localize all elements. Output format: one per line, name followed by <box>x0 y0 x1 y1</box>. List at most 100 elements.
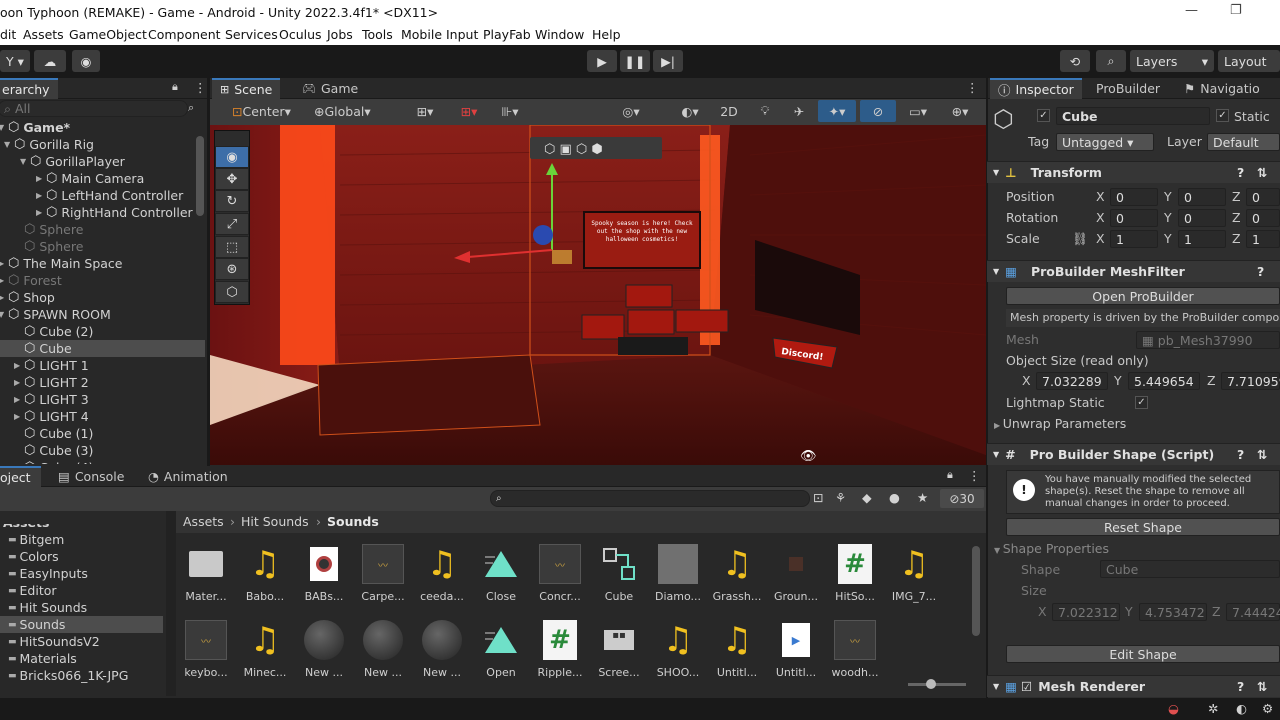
asset-grid-scrollbar[interactable] <box>972 546 980 636</box>
breadcrumb-assets[interactable]: Assets <box>183 514 224 529</box>
object-name-field[interactable]: Cube <box>1056 107 1210 125</box>
vector-field[interactable]: 1 <box>1178 230 1226 248</box>
hierarchy-item[interactable]: ⬡ Cube (3) <box>0 442 205 459</box>
history-icon[interactable]: ⟲ <box>1060 50 1090 72</box>
project-folder[interactable]: ▬ EasyInputs <box>0 565 163 582</box>
asset-item[interactable]: ▶ Untitl... <box>770 618 822 679</box>
vector-field[interactable]: 1 <box>1110 230 1158 248</box>
project-folder[interactable]: ▬ Colors <box>0 548 163 565</box>
hierarchy-item[interactable]: ▶ ⬡ LIGHT 1 <box>0 357 205 374</box>
hierarchy-item[interactable]: ⬡ Cube <box>0 340 205 357</box>
pivot-dropdown[interactable]: ⊡ Center ▾ <box>228 100 306 122</box>
hierarchy-item[interactable]: ▶ ⬡ Shop <box>0 289 205 306</box>
expand-arrow-icon[interactable]: ▶ <box>14 361 24 370</box>
audio-icon[interactable]: ✈ <box>784 100 814 122</box>
gizmos-icon[interactable]: ⊕▾ <box>940 100 980 122</box>
asset-item[interactable]: 〰 Concr... <box>534 542 586 603</box>
bug-icon[interactable]: ✲ <box>1208 701 1218 716</box>
project-folder[interactable]: ▬ HitSoundsV2 <box>0 633 163 650</box>
menu-playfab[interactable]: PlayFab <box>483 27 531 42</box>
active-checkbox[interactable]: ✓ <box>1037 109 1050 122</box>
account-dropdown[interactable]: Y ▾ <box>0 50 30 72</box>
expand-arrow-icon[interactable]: ▶ <box>36 208 46 217</box>
unwrap-parameters-foldout[interactable]: ▶ Unwrap Parameters <box>994 416 1126 431</box>
help-icon[interactable]: ? <box>1237 165 1244 180</box>
rotate-tool-icon[interactable]: ↻ <box>215 190 249 212</box>
hierarchy-item[interactable]: ▼ ⬡ GorillaPlayer <box>0 153 205 170</box>
settings-icon[interactable]: ⇅ <box>1257 165 1267 180</box>
shape-script-section[interactable]: ▼ # Pro Builder Shape (Script) ? ⇅ <box>987 443 1280 465</box>
menu-tools[interactable]: Tools <box>362 27 393 42</box>
menu-oculus[interactable]: Oculus <box>279 27 322 42</box>
play-button[interactable]: ▶ <box>587 50 617 72</box>
asset-item[interactable]: # HitSo... <box>829 542 881 603</box>
hierarchy-item[interactable]: ▼ ⬡ Gorilla Rig <box>0 136 205 153</box>
asset-item[interactable]: New ... <box>416 618 468 679</box>
search-by-type-icon[interactable]: ⊡ <box>813 490 823 505</box>
tab-hierarchy[interactable]: erarchy <box>0 78 58 99</box>
asset-item[interactable]: New ... <box>357 618 409 679</box>
shape-tools-icons[interactable]: ⬡ ▣ ⬡ ⬢ <box>544 142 603 157</box>
expand-arrow-icon[interactable]: ▼ <box>20 157 30 166</box>
vector-field[interactable]: 0 <box>1246 188 1280 206</box>
expand-arrow-icon[interactable]: ▶ <box>0 276 8 285</box>
zoom-slider-handle[interactable] <box>926 679 936 689</box>
project-folder[interactable]: Assets <box>0 524 163 531</box>
vector-field[interactable]: 0 <box>1110 209 1158 227</box>
expand-arrow-icon[interactable]: ▼ <box>0 123 8 132</box>
project-folder[interactable]: ▬ Materials <box>0 650 163 667</box>
asset-item[interactable]: ♫ Minec... <box>239 618 291 679</box>
hierarchy-item[interactable]: ▶ ⬡ Forest <box>0 272 205 289</box>
expand-arrow-icon[interactable]: ▼ <box>0 310 8 319</box>
tab-animation[interactable]: ◔ Animation <box>140 466 236 487</box>
lock-icon[interactable]: 🔒︎ <box>172 80 178 94</box>
collab-status-icon[interactable]: ◒ <box>1168 701 1179 716</box>
renderer-help-icon[interactable]: ? <box>1237 679 1244 694</box>
asset-item[interactable]: ♫ IMG_7... <box>888 542 940 603</box>
hierarchy-item[interactable]: ▶ ⬡ RightHand Controller <box>0 204 205 221</box>
minimize-icon[interactable]: — <box>1185 3 1198 18</box>
favorites-icon[interactable]: ★ <box>917 490 928 505</box>
shading-icon[interactable]: ◐▾ <box>672 100 708 122</box>
asset-item[interactable]: Mater... <box>180 542 232 603</box>
view-tool-icon[interactable]: ◉ <box>215 146 249 168</box>
hierarchy-item[interactable]: ⬡ Sphere <box>0 238 205 255</box>
asset-item[interactable]: ▪▪ Scree... <box>593 618 645 679</box>
tag-icon[interactable]: ◆ <box>862 490 872 505</box>
tag-dropdown[interactable]: Untagged ▾ <box>1056 133 1154 151</box>
expand-arrow-icon[interactable]: ▼ <box>4 140 14 149</box>
menu-jobs[interactable]: Jobs <box>327 27 353 42</box>
expand-arrow-icon[interactable]: ▶ <box>14 378 24 387</box>
menu-mobile-input[interactable]: Mobile Input <box>401 27 478 42</box>
tab-probuilder[interactable]: ProBuilder <box>1088 78 1168 99</box>
scene-search-icon[interactable]: ⌕ <box>188 101 194 115</box>
hierarchy-item[interactable]: ▶ ⬡ Main Camera <box>0 170 205 187</box>
hierarchy-item[interactable]: ▶ ⬡ LIGHT 2 <box>0 374 205 391</box>
menu-help[interactable]: Help <box>592 27 621 42</box>
layout-dropdown[interactable]: Layout <box>1218 50 1280 72</box>
project-folder[interactable]: ▬ Editor <box>0 582 163 599</box>
expand-arrow-icon[interactable]: ▶ <box>14 395 24 404</box>
project-menu-dots-icon[interactable]: ⋮ <box>968 468 981 483</box>
vector-field[interactable]: 0 <box>1110 188 1158 206</box>
collab-icon[interactable]: ◉ <box>72 50 100 72</box>
hierarchy-search-input[interactable]: ⌕ All <box>0 100 188 117</box>
hierarchy-scrollbar[interactable] <box>196 136 204 216</box>
menu-gameobject[interactable]: GameObject <box>69 27 147 42</box>
asset-item[interactable]: Open <box>475 618 527 679</box>
tab-console[interactable]: ▤ Console <box>50 466 132 487</box>
tab-navigation[interactable]: ⚑ Navigatio <box>1176 78 1268 99</box>
layer-dropdown[interactable]: Default <box>1207 133 1280 151</box>
asset-item[interactable]: ♫ Babo... <box>239 542 291 603</box>
zoom-slider[interactable] <box>908 683 966 686</box>
renderer-settings-icon[interactable]: ⇅ <box>1257 679 1267 694</box>
space-dropdown[interactable]: ⊕ Global ▾ <box>310 100 385 122</box>
meshfilter-section[interactable]: ▼ ▦ ProBuilder MeshFilter ? <box>987 260 1280 282</box>
expand-arrow-icon[interactable]: ▶ <box>0 259 8 268</box>
warning-filter-icon[interactable]: ● <box>889 490 900 505</box>
tab-inspector[interactable]: ⓘ Inspector <box>990 78 1082 99</box>
menu-window[interactable]: Window <box>535 27 584 42</box>
static-checkbox[interactable]: ✓ <box>1216 109 1229 122</box>
menu-assets[interactable]: Assets <box>23 27 64 42</box>
hidden-objects-icon[interactable]: ⊘ <box>860 100 896 122</box>
